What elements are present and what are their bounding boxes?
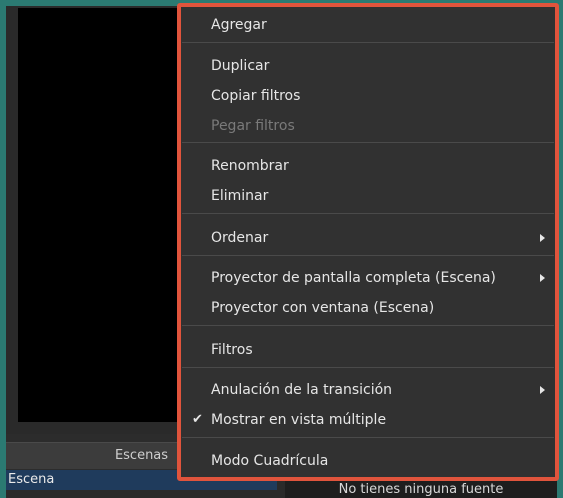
highlight-outline xyxy=(177,3,559,481)
obs-window: Escenas Escena No tienes ninguna fuente … xyxy=(0,0,563,498)
